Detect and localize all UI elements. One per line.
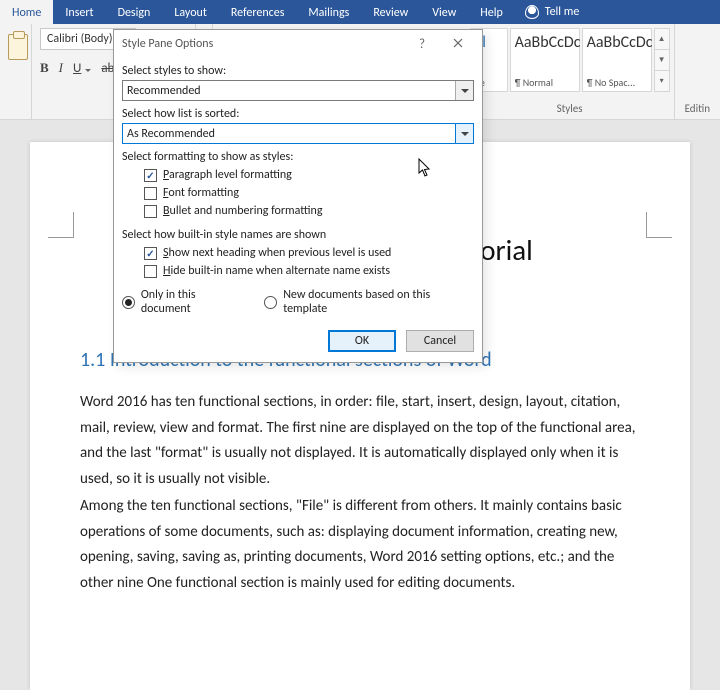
- ok-button[interactable]: OK: [328, 330, 396, 352]
- tab-design[interactable]: Design: [106, 0, 163, 24]
- tab-home[interactable]: Home: [0, 0, 53, 24]
- font-name-value: Calibri (Body): [47, 32, 112, 46]
- sort-dropdown[interactable]: As Recommended: [122, 123, 474, 144]
- style-preview: AaBbCcDc: [587, 31, 647, 52]
- chevron-down-icon[interactable]: [85, 69, 91, 72]
- tab-insert[interactable]: Insert: [53, 0, 105, 24]
- cancel-button[interactable]: Cancel: [406, 330, 474, 352]
- label-sort: Select how list is sorted:: [122, 107, 474, 121]
- checkbox-icon: [144, 247, 157, 260]
- help-icon[interactable]: ?: [404, 37, 440, 52]
- bold-button[interactable]: B: [40, 60, 49, 76]
- tab-mailings[interactable]: Mailings: [296, 0, 361, 24]
- margin-corner-icon: [646, 212, 672, 238]
- tell-me-label: Tell me: [545, 5, 580, 19]
- checkbox-icon: [144, 187, 157, 200]
- chk-paragraph-formatting[interactable]: Paragraph level formatting: [144, 168, 474, 182]
- chk-paragraph-label: Paragraph level formatting: [163, 168, 292, 182]
- document-paragraph[interactable]: Among the ten functional sections, "File…: [80, 494, 640, 596]
- bulb-icon: [525, 5, 539, 19]
- style-pane-options-dialog: Style Pane Options ? Select styles to sh…: [113, 29, 483, 363]
- radio-icon: [122, 296, 135, 309]
- dialog-titlebar[interactable]: Style Pane Options ?: [114, 30, 482, 58]
- style-preview: AaBbCcDc: [515, 31, 575, 52]
- label-builtin: Select how built-in style names are show…: [122, 228, 474, 242]
- chk-hide-builtin[interactable]: Hide built-in name when alternate name e…: [144, 264, 474, 278]
- tab-help[interactable]: Help: [468, 0, 515, 24]
- label-formatting: Select formatting to show as styles:: [122, 150, 474, 164]
- margin-corner-icon: [48, 212, 74, 238]
- style-tile[interactable]: AaBbCcDc ¶ Normal: [510, 28, 580, 92]
- chk-font-formatting[interactable]: Font formatting: [144, 186, 474, 200]
- checkbox-icon: [144, 169, 157, 182]
- tab-layout[interactable]: Layout: [162, 0, 219, 24]
- underline-button[interactable]: U: [73, 61, 91, 76]
- group-label-editing: Editin: [683, 102, 712, 119]
- chk-font-label: Font formatting: [163, 186, 239, 200]
- chk-bullet-formatting[interactable]: Bullet and numbering formatting: [144, 204, 474, 218]
- checkbox-icon: [144, 265, 157, 278]
- document-paragraph[interactable]: Word 2016 has ten functional sections, i…: [80, 390, 640, 492]
- radio-only-label: Only in this document: [141, 288, 247, 316]
- radio-icon: [264, 296, 277, 309]
- radio-new-label: New documents based on this template: [283, 288, 474, 316]
- label-select-styles: Select styles to show:: [122, 64, 474, 78]
- chk-next-heading-label: Show next heading when previous level is…: [163, 246, 391, 260]
- select-styles-dropdown[interactable]: Recommended: [122, 80, 474, 101]
- chk-bullet-label: Bullet and numbering formatting: [163, 204, 323, 218]
- gallery-more-icon[interactable]: ▾: [655, 71, 669, 91]
- sort-value: As Recommended: [123, 127, 455, 141]
- styles-gallery[interactable]: al ne AaBbCcDc ¶ Normal AaBbCcDc ¶ No Sp…: [470, 28, 670, 92]
- tab-references[interactable]: References: [219, 0, 297, 24]
- select-styles-value: Recommended: [123, 84, 455, 98]
- radio-only-this-doc[interactable]: Only in this document: [122, 288, 246, 316]
- dialog-title: Style Pane Options: [122, 37, 404, 51]
- checkbox-icon: [144, 205, 157, 218]
- style-name: ¶ No Spac...: [587, 76, 647, 89]
- underline-label: U: [73, 61, 81, 76]
- group-clipboard: [0, 24, 32, 119]
- gallery-scroll[interactable]: ▲ ▼ ▾: [654, 28, 670, 92]
- group-editing: Editin: [675, 24, 720, 119]
- tell-me-search[interactable]: Tell me: [515, 0, 590, 24]
- chk-hide-builtin-label: Hide built-in name when alternate name e…: [163, 264, 390, 278]
- chevron-down-icon[interactable]: [455, 124, 473, 143]
- italic-button[interactable]: I: [59, 60, 63, 76]
- group-styles: al ne AaBbCcDc ¶ Normal AaBbCcDc ¶ No Sp…: [466, 24, 675, 119]
- paste-icon[interactable]: [8, 34, 28, 60]
- radio-new-docs[interactable]: New documents based on this template: [264, 288, 474, 316]
- chevron-down-icon[interactable]: [455, 81, 473, 100]
- chk-show-next-heading[interactable]: Show next heading when previous level is…: [144, 246, 474, 260]
- style-name: ¶ Normal: [515, 76, 575, 89]
- tab-review[interactable]: Review: [361, 0, 420, 24]
- ribbon-tabs: Home Insert Design Layout References Mai…: [0, 0, 720, 24]
- gallery-up-icon[interactable]: ▲: [655, 29, 669, 50]
- tab-view[interactable]: View: [420, 0, 468, 24]
- gallery-down-icon[interactable]: ▼: [655, 50, 669, 71]
- style-tile[interactable]: AaBbCcDc ¶ No Spac...: [582, 28, 652, 92]
- document-body[interactable]: Word 2016 has ten functional sections, i…: [80, 390, 640, 596]
- close-icon[interactable]: [440, 37, 476, 52]
- group-label-styles: Styles: [470, 102, 670, 119]
